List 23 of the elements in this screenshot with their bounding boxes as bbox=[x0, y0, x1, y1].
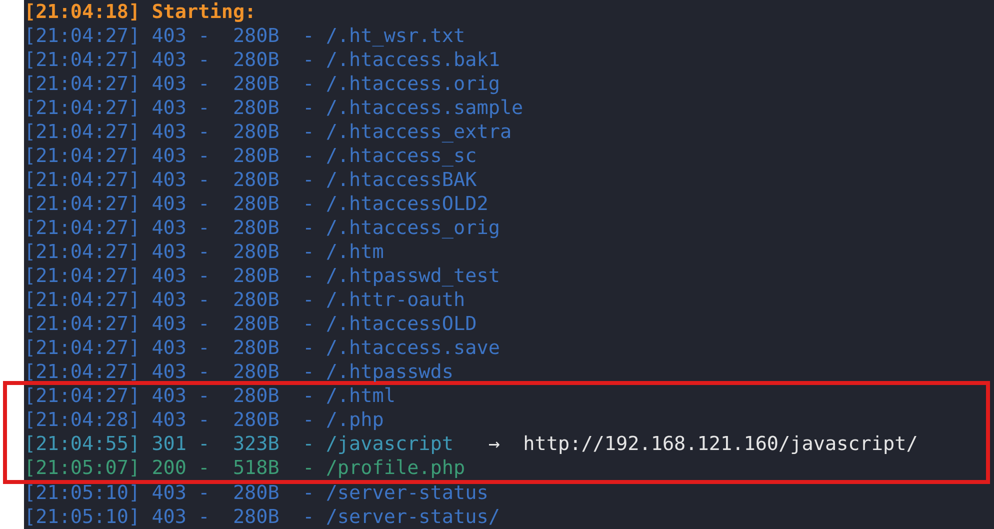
log-line: [21:04:28] 403 - 280B - /.php bbox=[24, 408, 384, 432]
log-line: [21:04:27] 403 - 280B - /.htaccess_orig bbox=[24, 216, 500, 240]
log-line: [21:04:27] 403 - 280B - /.htaccessOLD bbox=[24, 312, 477, 336]
log-line: [21:04:27] 403 - 280B - /.htaccessOLD2 bbox=[24, 192, 488, 216]
log-line: [21:04:27] 403 - 280B - /.htpasswds bbox=[24, 360, 454, 384]
log-line: [21:04:27] 403 - 280B - /.ht_wsr.txt bbox=[24, 24, 466, 48]
log-line: [21:04:27] 403 - 280B - /.htaccessBAK bbox=[24, 168, 477, 192]
log-line: [21:05:10] 403 - 280B - /server-status bbox=[24, 481, 488, 505]
log-line: [21:04:55] 301 - 323B - /javascript bbox=[24, 432, 454, 456]
log-line: [21:05:10] 403 - 280B - /server-status/ bbox=[24, 505, 500, 529]
log-line: [21:04:27] 403 - 280B - /.htm bbox=[24, 240, 384, 264]
log-line: [21:04:27] 403 - 280B - /.htaccess_extra bbox=[24, 120, 512, 144]
log-line: [21:04:27] 403 - 280B - /.htaccess.bak1 bbox=[24, 48, 500, 72]
log-line: [21:04:27] 403 - 280B - /.htaccess.save bbox=[24, 336, 500, 360]
log-line: [21:04:27] 403 - 280B - /.htaccess.sample bbox=[24, 96, 524, 120]
log-header: [21:04:18] Starting: bbox=[24, 0, 256, 24]
log-line: [21:04:27] 403 - 280B - /.htpasswd_test bbox=[24, 264, 500, 288]
log-line: [21:05:07] 200 - 518B - /profile.php bbox=[24, 456, 466, 480]
log-line: [21:04:27] 403 - 280B - /.htaccess.orig bbox=[24, 72, 500, 96]
log-line: [21:04:27] 403 - 280B - /.htaccess_sc bbox=[24, 144, 477, 168]
log-line: [21:04:27] 403 - 280B - /.httr-oauth bbox=[24, 288, 466, 312]
log-line: [21:04:27] 403 - 280B - /.html bbox=[24, 384, 396, 408]
redirect-target: → http://192.168.121.160/javascript/ bbox=[488, 432, 918, 456]
